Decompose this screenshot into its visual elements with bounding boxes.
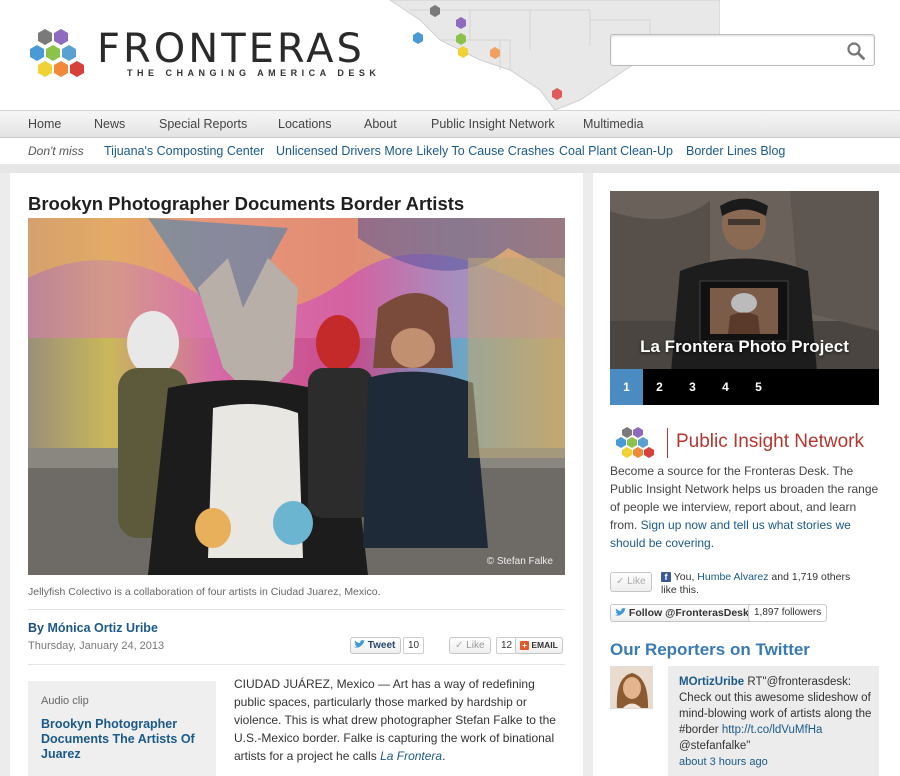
tweet-bubble: MOrtizUribe RT"@fronterasdesk: Check out… — [668, 666, 879, 776]
twitter-bird-icon — [615, 608, 626, 616]
slideshow-title: La Frontera Photo Project — [640, 337, 849, 356]
slideshow-pager: 1 2 3 4 5 — [610, 369, 879, 405]
nav-item-home[interactable]: Home — [28, 117, 61, 131]
pin-name: Public Insight Network — [676, 431, 864, 452]
check-icon: ✓ — [455, 640, 464, 651]
dont-miss-link[interactable]: Tijuana's Composting Center — [104, 144, 264, 158]
article-date: Thursday, January 24, 2013 — [28, 640, 165, 652]
nav-item-multimedia[interactable]: Multimedia — [583, 117, 643, 131]
like-button[interactable]: ✓ Like — [449, 637, 491, 654]
nav-item-public-insight-network[interactable]: Public Insight Network — [431, 117, 555, 131]
slide-page-button[interactable]: 5 — [742, 369, 775, 405]
search-input[interactable] — [611, 35, 836, 65]
slide-page-button[interactable]: 1 — [610, 369, 643, 405]
tweet-user-link[interactable]: MOrtizUribe — [679, 676, 744, 688]
nav-item-about[interactable]: About — [364, 117, 397, 131]
pin-description: Become a source for the Fronteras Desk. … — [610, 462, 880, 552]
divider — [28, 609, 565, 610]
nav-item-special-reports[interactable]: Special Reports — [159, 117, 247, 131]
tweet-timestamp[interactable]: about 3 hours ago — [679, 756, 768, 768]
article-headline: Brookyn Photographer Documents Border Ar… — [28, 193, 465, 214]
reporters-heading: Our Reporters on Twitter — [610, 640, 810, 659]
like-label: Like — [466, 640, 485, 651]
twitter-bird-icon — [354, 640, 365, 648]
public-insight-network-logo[interactable]: Public Insight Network — [614, 426, 884, 462]
site-logo[interactable]: FRONTERAS THE CHANGING AMERICA DESK — [27, 26, 376, 88]
tweet-text: MOrtizUribe RT"@fronterasdesk: Check out… — [679, 674, 873, 770]
twitter-follower-count: 1,897 followers — [748, 604, 828, 622]
facebook-friend-link[interactable]: Humbe Alvarez — [697, 571, 768, 583]
facebook-text: You, — [673, 571, 698, 583]
map-marker[interactable] — [413, 32, 423, 44]
divider — [667, 428, 668, 458]
facebook-like-label: Like — [627, 576, 646, 587]
search-box[interactable] — [610, 34, 875, 66]
facebook-social-text: f You, Humbe Alvarez and 1,719 others li… — [661, 571, 861, 597]
facebook-like-button[interactable]: ✓ Like — [610, 572, 652, 592]
nav-item-news[interactable]: News — [94, 117, 125, 131]
twitter-follow-button[interactable]: Follow @FronterasDesk — [610, 604, 755, 622]
article-column: Brookyn Photographer Documents Border Ar… — [10, 173, 583, 776]
follow-label: Follow @FronterasDesk — [628, 607, 749, 619]
audio-clip-title[interactable]: Brookyn Photographer Documents The Artis… — [41, 717, 211, 762]
article-body-text: . — [442, 749, 446, 763]
divider — [0, 164, 900, 173]
search-icon[interactable] — [847, 42, 865, 60]
dont-miss-bar: Don't miss Tijuana's Composting Center U… — [0, 138, 900, 164]
tweet-label: Tweet — [367, 640, 396, 651]
article-photo[interactable]: © Stefan Falke — [28, 218, 565, 575]
divider — [28, 664, 565, 665]
author-link[interactable]: Mónica Ortiz Uribe — [47, 621, 157, 635]
audio-clip-label: Audio clip — [41, 695, 89, 707]
reporter-tweet: MOrtizUribe RT"@fronterasdesk: Check out… — [610, 666, 879, 776]
tweet-count: 10 — [403, 637, 425, 654]
la-frontera-link[interactable]: La Frontera — [380, 749, 442, 763]
like-count: 12 — [496, 637, 518, 654]
facebook-icon: f — [661, 572, 671, 582]
site-tagline: THE CHANGING AMERICA DESK — [127, 68, 381, 78]
pin-signup-link[interactable]: Sign up now and tell us what stories we … — [610, 518, 851, 550]
slide-page-button[interactable]: 2 — [643, 369, 676, 405]
dont-miss-label: Don't miss — [28, 144, 84, 158]
article-body: CIUDAD JUÁREZ, Mexico — Art has a way of… — [234, 675, 566, 765]
photo-illustration — [28, 218, 565, 575]
email-label: EMAIL — [531, 640, 558, 650]
sidebar: La Frontera Photo Project 1 2 3 4 5 Publ… — [593, 173, 900, 776]
site-header: FRONTERAS THE CHANGING AMERICA DESK — [0, 0, 900, 110]
avatar-image — [611, 667, 652, 708]
byline-prefix: By — [28, 621, 44, 635]
plus-icon: + — [520, 641, 529, 650]
tweet-link[interactable]: http://t.co/ldVuMfHa — [722, 724, 823, 736]
tweet-button[interactable]: Tweet — [350, 637, 402, 654]
dont-miss-link[interactable]: Border Lines Blog — [686, 144, 785, 158]
nav-item-locations[interactable]: Locations — [278, 117, 332, 131]
logo-hexagons-icon — [30, 29, 84, 77]
photo-caption: Jellyfish Colectivo is a collaboration o… — [28, 586, 381, 598]
slide-page-button[interactable]: 3 — [676, 369, 709, 405]
dont-miss-link[interactable]: Unlicensed Drivers More Likely To Cause … — [276, 144, 554, 158]
main-nav: Home News Special Reports Locations Abou… — [0, 110, 900, 138]
check-icon: ✓ — [616, 576, 625, 587]
site-name: FRONTERAS — [97, 26, 365, 72]
avatar[interactable] — [610, 666, 653, 709]
email-button[interactable]: + EMAIL — [515, 637, 563, 654]
tweet-body: @stefanfalke" — [679, 740, 751, 752]
byline: By Mónica Ortiz Uribe — [28, 621, 158, 635]
pin-hexagons-icon — [616, 427, 654, 458]
slide-page-button[interactable]: 4 — [709, 369, 742, 405]
audio-clip-box: Audio clip Brookyn Photographer Document… — [28, 681, 216, 776]
photo-credit: © Stefan Falke — [486, 556, 553, 567]
photo-slideshow[interactable]: La Frontera Photo Project 1 2 3 4 5 — [610, 191, 879, 405]
dont-miss-link[interactable]: Coal Plant Clean-Up — [559, 144, 673, 158]
